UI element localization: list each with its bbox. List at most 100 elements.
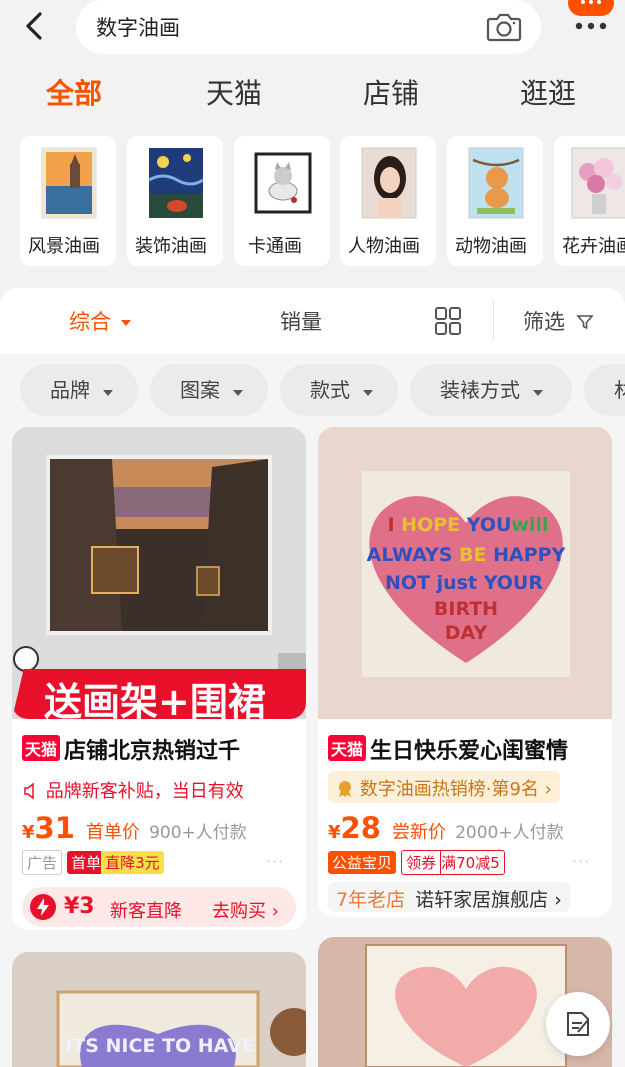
buy-now-link[interactable]: 去购买 › [212,897,279,923]
tmall-badge: 天猫 [328,735,367,761]
sort-sales[interactable]: 销量 [280,306,322,336]
category-cartoon[interactable]: 卡通画 [234,136,330,266]
flower-thumbnail [571,147,625,219]
promo-text: 新客直降 [110,901,182,922]
category-label: 装饰油画 [135,236,207,257]
category-label: 卡通画 [248,236,302,257]
sort-divider [493,300,494,340]
tab-tmall[interactable]: 天猫 [206,72,262,112]
category-decor[interactable]: 装饰油画 [127,136,223,266]
category-label: 风景油画 [28,236,100,257]
filter-chip-style[interactable]: 款式 [280,364,398,416]
filter-chip-pattern[interactable]: 图案 [150,364,268,416]
heart-text: ITS NICE TO HAVE [65,1035,255,1057]
product-image: ITS NICE TO HAVE [12,952,306,1067]
filter-button[interactable]: 筛选 [523,306,594,336]
category-flower[interactable]: 花卉油画 [554,136,625,266]
promo-banner: 送画架+围裙 [12,669,306,719]
edit-note-icon [567,1012,589,1036]
speaker-icon [24,782,34,800]
product-card-partial[interactable]: ITS NICE TO HAVE [12,952,306,1067]
ranking-text: 数字油画热销榜·第9名 [359,779,539,800]
price-label: 首单价 [85,822,140,843]
more-dots-icon[interactable] [568,0,616,36]
more-options-icon[interactable]: ··· [266,852,284,871]
chip-label: 图案 [180,378,220,402]
product-image: I HOPE YOUwill ALWAYS BE HAPPY NOT just … [318,427,612,719]
more-options-icon[interactable]: ··· [572,852,590,871]
price-label: 尝新价 [391,822,446,843]
tab-browse[interactable]: 逛逛 [520,72,576,112]
first-order-tag: 首单 [67,851,106,874]
store-link[interactable]: 7年老店 诺轩家居旗舰店 › [328,882,570,912]
new-customer-promo[interactable]: ¥3 新客直降 去购买 › [22,887,296,927]
price-value: 31 [34,811,75,845]
category-label: 人物油画 [348,236,420,257]
category-label: 动物油画 [455,236,527,257]
ranking-badge[interactable]: 数字油画热销榜·第9名 › [328,771,560,803]
heart-text-line: ALWAYS BE HAPPY [367,544,566,566]
landscape-painting-thumbnail [41,147,97,219]
filter-funnel-icon [575,315,594,330]
subsidy-text: 品牌新客补贴，当日有效 [45,781,244,802]
coupon-tag: 领券 [401,850,442,875]
subsidy-line: 品牌新客补贴，当日有效 [22,777,244,803]
product-card[interactable]: I HOPE YOUwill ALWAYS BE HAPPY NOT just … [318,427,612,917]
charity-tag: 公益宝贝 [328,851,397,874]
caret-down-icon [363,390,374,396]
tmall-badge: 天猫 [22,735,61,761]
coupon-value-tag: 满70减5 [437,850,505,875]
chip-label: 材 [614,378,625,402]
price-symbol: ¥ [22,822,35,843]
price-row: ¥31 首单价 900+人付款 [22,811,247,845]
heart-text-line: BIRTH [434,598,498,620]
grid-view-icon[interactable] [434,306,462,336]
product-title: 天猫 店铺北京热销过千 [22,733,240,765]
starry-night-thumbnail [148,148,204,218]
caret-down-icon [533,390,544,396]
filter-label: 筛选 [523,310,565,334]
animal-cat-thumbnail [468,147,524,219]
cartoon-cat-thumbnail [254,152,312,214]
product-title-text: 生日快乐爱心闺蜜情 [370,739,569,764]
promo-amount: ¥3 [64,894,95,919]
camera-icon[interactable] [485,10,523,44]
price-value: 28 [340,811,381,845]
sort-comprehensive-label: 综合 [69,310,111,334]
sold-count: 900+人付款 [149,823,247,843]
category-landscape[interactable]: 风景油画 [20,136,116,266]
caret-down-icon [233,390,244,396]
heart-text-line: DAY [445,622,488,644]
product-title-text: 店铺北京热销过千 [64,739,241,764]
store-age: 7年老店 [336,889,406,911]
back-arrow-icon[interactable] [20,8,52,44]
product-title: 天猫 生日快乐爱心闺蜜情 [328,733,568,765]
lightning-icon [30,894,56,920]
chip-label: 款式 [310,378,350,402]
search-input[interactable]: 数字油画 [76,0,541,54]
product-card[interactable]: 送画架+围裙 天猫 店铺北京热销过千 品牌新客补贴，当日有效 ¥31 首单价 90… [12,427,306,930]
chip-label: 装裱方式 [440,378,520,402]
tag-row: 广告 首单 直降3元 ··· [22,850,283,875]
floating-edit-button[interactable] [546,992,610,1056]
caret-down-icon [120,320,131,326]
filter-chip-mounting[interactable]: 装裱方式 [410,364,572,416]
heart-text-line: NOT just YOUR [385,572,543,594]
buy-now-label: 去购买 [212,901,266,922]
tab-all[interactable]: 全部 [46,72,102,112]
category-label: 花卉油画 [562,236,625,257]
portrait-thumbnail [361,147,417,219]
caret-down-icon [103,390,114,396]
medal-icon [339,781,351,797]
category-portrait[interactable]: 人物油画 [340,136,436,266]
sold-count: 2000+人付款 [455,823,564,843]
category-animal[interactable]: 动物油画 [447,136,543,266]
chip-label: 品牌 [50,378,90,402]
price-drop-tag: 直降3元 [101,851,164,874]
ad-tag: 广告 [22,850,63,875]
filter-chip-brand[interactable]: 品牌 [20,364,138,416]
heart-text-line: I HOPE YOUwill [387,514,548,536]
price-symbol: ¥ [328,822,341,843]
sort-comprehensive[interactable]: 综合 [69,306,132,336]
tab-store[interactable]: 店铺 [363,72,419,112]
